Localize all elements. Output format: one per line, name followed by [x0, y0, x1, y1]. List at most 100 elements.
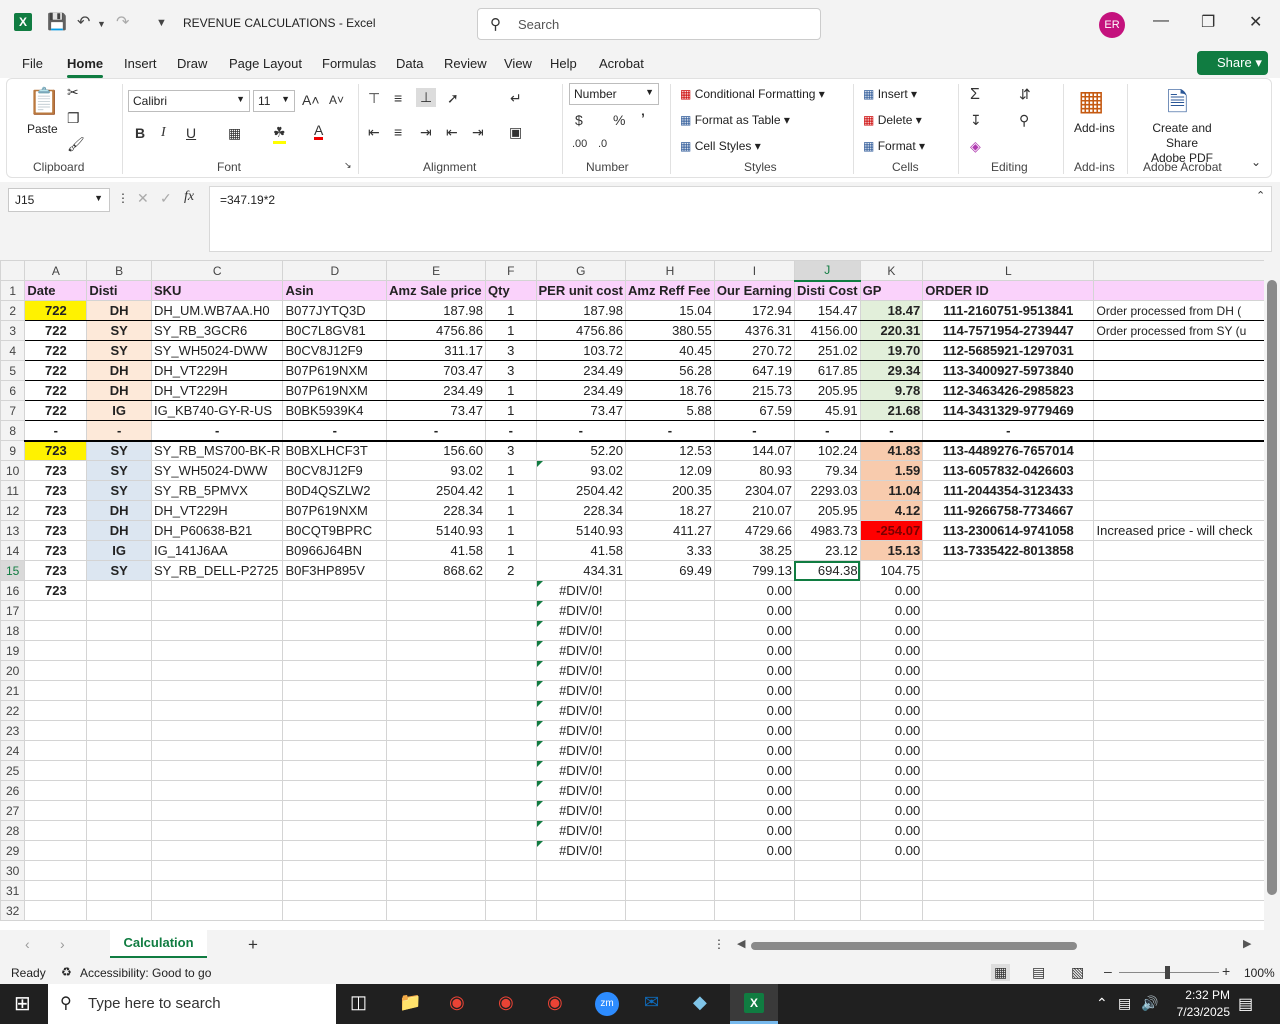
- cell[interactable]: -: [24, 420, 88, 442]
- cell[interactable]: 723: [24, 480, 88, 501]
- cell[interactable]: 52.20: [535, 440, 627, 461]
- align-left-icon[interactable]: ⇤: [368, 124, 380, 141]
- column-header[interactable]: K: [859, 260, 924, 281]
- cell[interactable]: [485, 820, 537, 841]
- cell[interactable]: [282, 800, 388, 821]
- cell[interactable]: 114-3431329-9779469: [922, 400, 1095, 421]
- cell[interactable]: [922, 780, 1095, 801]
- cell[interactable]: 411.27: [625, 520, 715, 541]
- cell[interactable]: SY_RB_MS700-BK-R: [150, 440, 284, 461]
- cell[interactable]: 228.34: [535, 500, 627, 521]
- cell[interactable]: [485, 680, 537, 701]
- select-all-corner[interactable]: [0, 260, 26, 281]
- row-header[interactable]: 26: [0, 780, 26, 801]
- cell[interactable]: 1: [485, 400, 537, 421]
- cell[interactable]: [922, 880, 1095, 901]
- cell[interactable]: [1093, 880, 1280, 901]
- cell[interactable]: [282, 900, 388, 921]
- formula-input[interactable]: =347.19*2: [209, 186, 1272, 252]
- cell[interactable]: #DIV/0!: [535, 680, 627, 701]
- zoom-in-icon[interactable]: +: [1222, 963, 1230, 979]
- cell[interactable]: 2293.03: [793, 480, 861, 501]
- cell[interactable]: [922, 580, 1095, 601]
- cell[interactable]: #DIV/0!: [535, 720, 627, 741]
- addins-button[interactable]: Add-ins: [1074, 121, 1115, 135]
- cell[interactable]: B0966J64BN: [282, 540, 388, 561]
- cell[interactable]: SY: [86, 440, 152, 461]
- cell[interactable]: 215.73: [713, 380, 795, 401]
- cell[interactable]: [625, 680, 715, 701]
- cell[interactable]: 113-6057832-0426603: [922, 460, 1095, 481]
- cell[interactable]: [922, 680, 1095, 701]
- cell[interactable]: 156.60: [386, 440, 487, 461]
- cell[interactable]: [86, 580, 152, 601]
- cell[interactable]: [793, 700, 861, 721]
- cell[interactable]: DH_VT229H: [150, 380, 284, 401]
- cell[interactable]: [24, 800, 88, 821]
- cell[interactable]: 12.09: [625, 460, 715, 481]
- cell[interactable]: B0F3HP895V: [282, 560, 388, 581]
- cell[interactable]: #DIV/0!: [535, 660, 627, 681]
- cell[interactable]: SY: [86, 560, 152, 581]
- row-header[interactable]: 17: [0, 600, 26, 621]
- align-top-icon[interactable]: ⊤: [368, 90, 380, 107]
- cell[interactable]: [625, 780, 715, 801]
- cell[interactable]: 434.31: [535, 560, 627, 581]
- windows-start-icon[interactable]: ⊞: [14, 991, 31, 1016]
- cell[interactable]: [150, 660, 284, 681]
- cell[interactable]: 113-4489276-7657014: [922, 440, 1095, 461]
- bold-icon[interactable]: B: [135, 125, 145, 141]
- cell[interactable]: 0.00: [713, 800, 795, 821]
- column-header[interactable]: I: [713, 260, 795, 281]
- cell[interactable]: #DIV/0!: [535, 780, 627, 801]
- cell[interactable]: [859, 900, 924, 921]
- row-header[interactable]: 12: [0, 500, 26, 521]
- collapse-ribbon-icon[interactable]: ⌄: [1251, 155, 1261, 169]
- tab-acrobat[interactable]: Acrobat: [599, 56, 644, 71]
- row-header[interactable]: 9: [0, 440, 26, 461]
- cell[interactable]: -: [859, 420, 924, 442]
- horizontal-scroll-thumb[interactable]: [751, 942, 1077, 950]
- column-header[interactable]: E: [386, 260, 487, 281]
- increase-decimal-icon[interactable]: .00: [572, 138, 587, 150]
- row-header[interactable]: 4: [0, 340, 26, 361]
- cell[interactable]: DH_VT229H: [150, 360, 284, 381]
- cell[interactable]: DH: [86, 500, 152, 521]
- format-cells-button[interactable]: ▦ Format ▾: [863, 139, 925, 153]
- underline-icon[interactable]: U: [186, 125, 196, 141]
- cell[interactable]: [24, 900, 88, 921]
- cell[interactable]: 0.00: [859, 820, 924, 841]
- network-icon[interactable]: ▤: [1118, 995, 1131, 1012]
- cell[interactable]: 205.95: [793, 500, 861, 521]
- cell[interactable]: [86, 620, 152, 641]
- chrome-profile-2-icon[interactable]: ◉: [547, 992, 563, 1013]
- cell[interactable]: 723: [24, 440, 88, 461]
- cell[interactable]: [282, 680, 388, 701]
- cell[interactable]: [86, 800, 152, 821]
- cell[interactable]: [793, 580, 861, 601]
- cell[interactable]: 23.12: [793, 540, 861, 561]
- cell[interactable]: [386, 620, 487, 641]
- cell[interactable]: 187.98: [386, 300, 487, 321]
- cell[interactable]: [150, 820, 284, 841]
- outlook-icon[interactable]: ✉: [644, 992, 659, 1013]
- cell[interactable]: [24, 660, 88, 681]
- cell[interactable]: #DIV/0!: [535, 820, 627, 841]
- chrome-icon[interactable]: ◉: [449, 992, 465, 1013]
- cell[interactable]: 234.49: [535, 380, 627, 401]
- row-header[interactable]: 21: [0, 680, 26, 701]
- cell[interactable]: B07P619NXM: [282, 380, 388, 401]
- column-header[interactable]: [1093, 260, 1280, 281]
- cell[interactable]: [793, 820, 861, 841]
- cell[interactable]: 187.98: [535, 300, 627, 321]
- cell[interactable]: Increased price - will check: [1093, 520, 1280, 541]
- cell[interactable]: DH: [86, 300, 152, 321]
- cell[interactable]: -254.07: [859, 520, 924, 541]
- cell[interactable]: ORDER ID: [922, 280, 1095, 301]
- cell[interactable]: 15.13: [859, 540, 924, 561]
- row-header[interactable]: 29: [0, 840, 26, 861]
- decrease-decimal-icon[interactable]: .0: [598, 138, 607, 150]
- row-header[interactable]: 23: [0, 720, 26, 741]
- cell[interactable]: 80.93: [713, 460, 795, 481]
- zoom-out-icon[interactable]: –: [1104, 963, 1112, 979]
